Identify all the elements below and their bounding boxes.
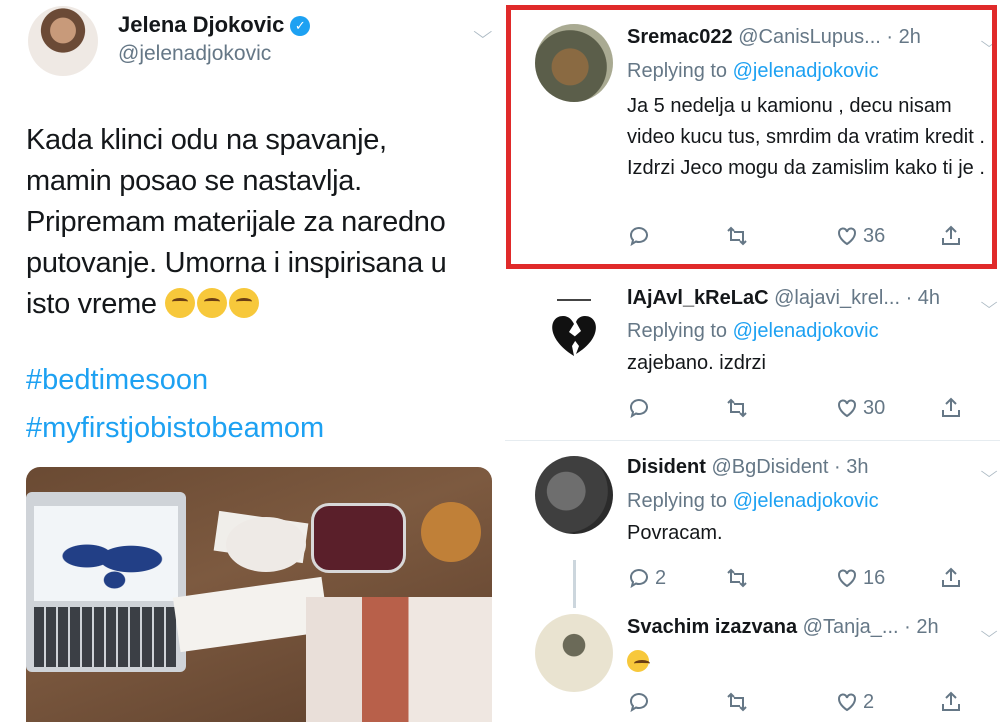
replying-prefix: Replying to <box>627 320 733 342</box>
share-icon <box>942 691 960 711</box>
replying-to: Replying to @jelenadjokovic <box>627 490 879 513</box>
reply-meta: @BgDisident · 3h <box>711 456 869 478</box>
chevron-down-icon[interactable]: ⌵ <box>981 624 998 642</box>
mention-link[interactable]: @jelenadjokovic <box>733 490 879 512</box>
author-avatar[interactable] <box>28 6 98 76</box>
heart-icon <box>838 399 856 418</box>
tweet-line: mamin posao se nastavlja. <box>26 165 362 197</box>
photo-cherry-dish <box>311 503 406 573</box>
reply-text <box>627 646 987 677</box>
reply-header: Disident @BgDisident · 3h <box>627 456 869 479</box>
reply-avatar[interactable] <box>535 456 613 534</box>
hashtag-link[interactable]: #myfirstjobistobeamom <box>26 412 324 445</box>
reply-button[interactable]: 2 <box>627 566 666 590</box>
retweet-icon <box>727 568 747 588</box>
reply-button[interactable] <box>627 690 655 714</box>
highlight-box <box>506 5 997 269</box>
chevron-down-icon[interactable]: ⌵ <box>981 464 998 482</box>
like-button[interactable]: 2 <box>835 690 874 714</box>
retweet-icon <box>727 692 747 712</box>
comment-icon <box>630 399 648 419</box>
reply-count: 2 <box>655 566 667 589</box>
reply-meta: @Tanja_... · 2h <box>802 616 939 638</box>
reply-text: zajebano. izdrzi <box>627 352 766 374</box>
like-button[interactable]: 30 <box>835 396 885 420</box>
reply-meta: @lajavi_krel... · 4h <box>774 287 941 309</box>
photo-bowl <box>226 517 306 572</box>
reply-username[interactable]: Disident <box>627 456 706 478</box>
reply-divider <box>505 440 1000 441</box>
heart-icon <box>838 693 856 712</box>
replying-to: Replying to @jelenadjokovic <box>627 320 879 343</box>
reply-avatar[interactable] <box>535 294 613 372</box>
reply-header: Svachim izazvana @Tanja_... · 2h <box>627 616 939 639</box>
tweet-line: putovanje. Umorna i inspirisana u <box>26 247 447 279</box>
like-count: 2 <box>863 690 875 713</box>
tears-of-joy-emoji <box>196 288 227 318</box>
replying-prefix: Replying to <box>627 490 733 512</box>
retweet-button[interactable] <box>725 690 749 714</box>
photo-laptop-screen <box>34 506 178 601</box>
zany-face-emoji <box>228 288 259 318</box>
hashtag-link[interactable]: #bedtimesoon <box>26 364 208 397</box>
tweet-text: Kada klinci odu na spavanje, mamin posao… <box>26 120 496 325</box>
tweet-line: Kada klinci odu na spavanje, <box>26 124 387 156</box>
reply-text: Povracam. <box>627 522 723 544</box>
mention-link[interactable]: @jelenadjokovic <box>733 320 879 342</box>
author-name-text[interactable]: Jelena Djokovic <box>118 12 284 37</box>
share-icon <box>942 397 960 417</box>
reply-actions: 2 16 <box>627 566 967 594</box>
reply-actions: 2 <box>627 690 967 718</box>
heart-icon <box>838 569 856 588</box>
tweet-line: Pripremam materijale za naredno <box>26 206 446 238</box>
reply-header: lAjAvl_kReLaC @lajavi_krel... · 4h <box>627 287 940 310</box>
share-button[interactable] <box>939 690 963 714</box>
chevron-down-icon[interactable]: ⌵ <box>981 295 998 313</box>
tweet-line-text: isto vreme <box>26 288 157 320</box>
reply-avatar[interactable] <box>535 614 613 692</box>
photo-world-map <box>54 532 164 592</box>
reply-button[interactable] <box>627 396 655 420</box>
photo-keyboard <box>34 607 178 667</box>
retweet-button[interactable] <box>725 396 749 420</box>
tweet-photo[interactable] <box>26 467 492 722</box>
share-button[interactable] <box>939 396 963 420</box>
like-count: 16 <box>863 566 886 589</box>
verified-badge-icon: ✓ <box>290 16 311 36</box>
retweet-button[interactable] <box>725 566 749 590</box>
tweet-line-last: isto vreme <box>26 284 496 325</box>
reply-username[interactable]: Svachim izazvana <box>627 616 797 638</box>
author-handle[interactable]: @jelenadjokovic <box>118 42 271 66</box>
photo-collage <box>306 597 492 722</box>
thread-connector <box>573 560 576 608</box>
main-tweet: Jelena Djokovic ✓ @jelenadjokovic ⌵ Kada … <box>0 0 505 722</box>
comment-icon <box>630 693 648 713</box>
reply-username[interactable]: lAjAvl_kReLaC <box>627 287 769 309</box>
chevron-down-icon[interactable]: ⌵ <box>473 22 492 43</box>
share-button[interactable] <box>939 566 963 590</box>
like-button[interactable]: 16 <box>835 566 885 590</box>
comment-icon <box>630 569 648 589</box>
photo-laptop <box>26 492 186 672</box>
retweet-icon <box>727 398 747 418</box>
photo-onion <box>421 502 481 562</box>
reply-actions: 30 <box>627 396 967 424</box>
nerd-face-emoji <box>164 288 195 318</box>
like-count: 30 <box>863 396 886 419</box>
share-icon <box>942 567 960 587</box>
author-name[interactable]: Jelena Djokovic ✓ <box>118 12 311 38</box>
broken-heart-icon <box>552 299 596 356</box>
tears-of-joy-emoji <box>627 650 650 672</box>
